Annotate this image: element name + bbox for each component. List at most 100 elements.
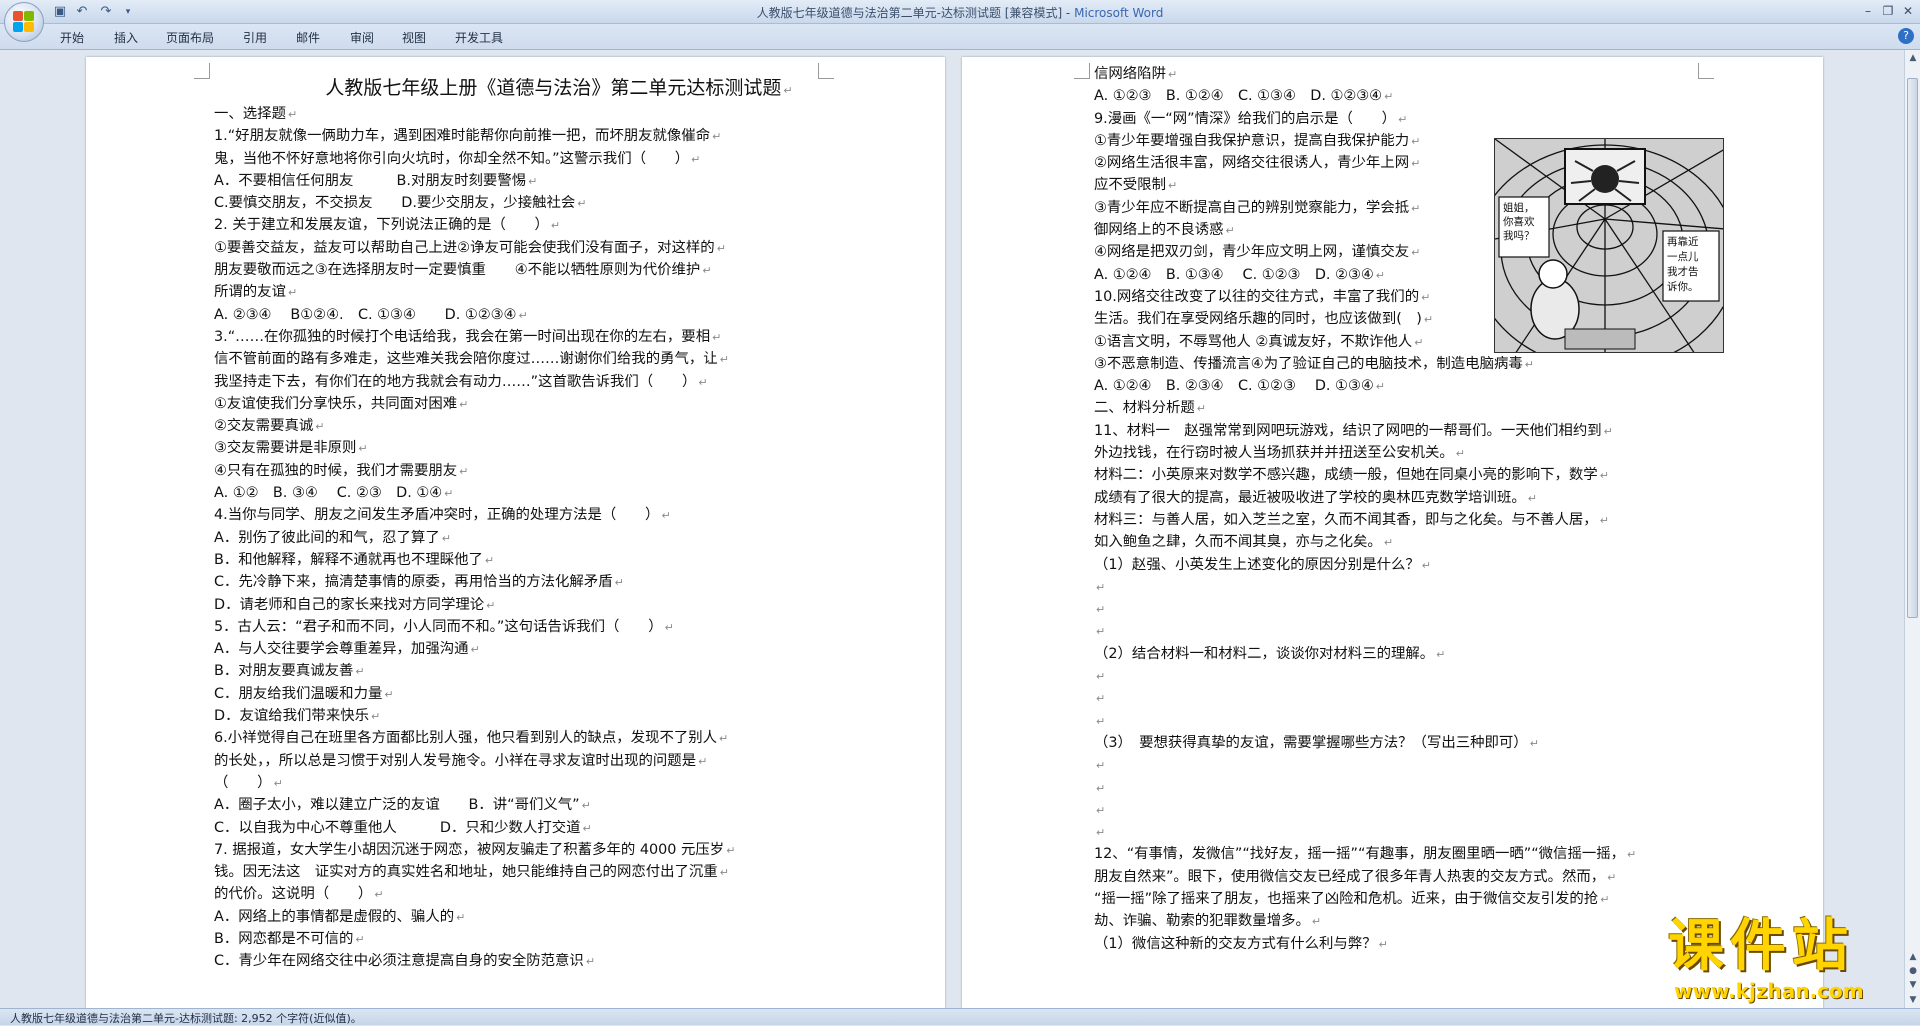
paragraph-mark-icon: ↵ <box>1603 424 1613 438</box>
line-text: 生活。我们在享受网络乐趣的同时，也应该做到( ) <box>1094 311 1422 328</box>
paragraph-mark-icon: ↵ <box>581 799 591 813</box>
line-text: 的长处，，所以总是习惯于对别人发号施令。小祥在寻求友谊时出现的问题是 <box>214 752 697 769</box>
tab-mailings[interactable]: 邮件 <box>296 29 320 46</box>
page-left[interactable]: 人教版七年级上册《道德与法治》第二单元达标测试题 ↵ 一、选择题 ↵ 1.“好朋友就像一… <box>86 57 945 1008</box>
paragraph-mark-icon: ↵ <box>1423 313 1434 327</box>
scroll-down-icon[interactable]: ▼ <box>1906 993 1920 1007</box>
paragraph-mark-icon: ↵ <box>1096 714 1106 728</box>
paragraph-mark-icon: ↵ <box>1455 447 1465 461</box>
line-text: A．不要相信任何朋友 B.对朋友时刻要警惕 <box>214 172 527 189</box>
maximize-icon[interactable]: ❐ <box>1878 2 1898 20</box>
paragraph-mark-icon: ↵ <box>1096 625 1106 639</box>
paragraph-mark-icon: ↵ <box>1383 536 1394 550</box>
line-text: ④只有在孤独的时候，我们才需要朋友 <box>214 462 458 479</box>
tab-page-layout[interactable]: 页面布局 <box>166 29 214 46</box>
speech-bubble-right-line: 诉你。 <box>1667 281 1699 293</box>
line-text: 11、材料一 赵强常常到网吧玩游戏，结识了网吧的一帮哥们。一天他们相约到 <box>1094 422 1602 439</box>
paragraph-mark-icon: ↵ <box>374 888 384 902</box>
paragraph-line: 1.“好朋友就像一俩助力车，遇到困难时能帮你向前推一把，而坏朋友就像催命 ↵ <box>214 125 904 147</box>
line-text: 信网络陷阱 <box>1094 66 1166 82</box>
paragraph-line: ④只有在孤独的时候，我们才需要朋友 ↵ <box>214 460 904 482</box>
help-icon[interactable]: ? <box>1898 28 1914 44</box>
paragraph-line: A. ①②④ B. ②③④ C. ①②③ D. ①③④ ↵ <box>1094 375 1794 397</box>
line-text: （3） 要想获得真挚的友谊，需要掌握哪些方法？（写出三种即可） <box>1094 734 1528 751</box>
title-bar: ▣ ↶ ↷ ▾ 人教版七年级道德与法治第二单元-达标测试题 [兼容模式] - M… <box>0 0 1920 24</box>
paragraph-line: 材料二：小英原来对数学不感兴趣，成绩一般，但她在同桌小亮的影响下，数学 ↵ <box>1094 464 1794 486</box>
paragraph-mark-icon: ↵ <box>1167 179 1178 193</box>
paragraph-mark-icon: ↵ <box>1096 670 1106 684</box>
paragraph-mark-icon: ↵ <box>1607 870 1617 884</box>
select-browse-object-icon[interactable]: ● <box>1906 964 1920 978</box>
paragraph-mark-icon: ↵ <box>1384 90 1394 104</box>
paragraph-line: 一、选择题 ↵ <box>214 103 904 125</box>
line-text: C．先冷静下来，搞清楚事情的原委，再用恰当的方法化解矛盾 <box>214 574 613 591</box>
paragraph-mark-icon: ↵ <box>1375 380 1385 394</box>
window-title: 人教版七年级道德与法治第二单元-达标测试题 [兼容模式] - Microsoft… <box>0 4 1920 21</box>
line-text: 的代价。这说明（ ） <box>214 886 373 903</box>
paragraph-mark-icon: ↵ <box>1378 937 1388 951</box>
tab-home[interactable]: 开始 <box>60 29 84 46</box>
next-page-icon[interactable]: ▼ <box>1906 978 1920 992</box>
paragraph-line: A. ①②③ B. ①②④ C. ①③④ D. ①②③④ ↵ <box>1094 85 1794 107</box>
paragraph-mark-icon: ↵ <box>1411 201 1421 215</box>
minimize-icon[interactable]: – <box>1858 2 1878 20</box>
paragraph-mark-icon: ↵ <box>1411 134 1421 148</box>
line-text: 应不受限制 <box>1094 177 1166 194</box>
previous-page-icon[interactable]: ▲ <box>1906 950 1920 964</box>
tab-references[interactable]: 引用 <box>243 29 267 46</box>
line-text: C．朋友给我们温暖和力量 <box>214 685 383 702</box>
paragraph-line: ↵ <box>1094 598 1794 620</box>
paragraph-line: 钱。因无法这 证实对方的真实姓名和地址，她只能维持自己的网恋付出了沉重 ↵ <box>214 861 904 883</box>
scroll-up-icon[interactable]: ▲ <box>1906 51 1920 65</box>
speech-bubble-left-line: 我吗？ <box>1503 230 1535 242</box>
line-text: 信不管前面的路有多难走，这些难关我会陪你度过……谢谢你们给我的勇气，让 <box>214 351 718 368</box>
line-text: 二、材料分析题 <box>1094 400 1195 417</box>
paragraph-mark-icon: ↵ <box>661 509 671 523</box>
watermark-url: www.kjzhan.com <box>1674 979 1864 1003</box>
line-text: 人教版七年级上册《道德与法治》第二单元达标测试题 <box>325 77 782 99</box>
paragraph-line: 的代价。这说明（ ） ↵ <box>214 883 904 905</box>
tab-insert[interactable]: 插入 <box>114 29 138 46</box>
paragraph-line: ①要善交益友，益友可以帮助自己上进②诤友可能会使我们没有面子，对这样的 ↵ <box>214 237 904 259</box>
paragraph-line: （3） 要想获得真挚的友谊，需要掌握哪些方法？（写出三种即可） ↵ <box>1094 732 1794 754</box>
line-text: ④网络是把双刃剑，青少年应文明上网，谨慎交友 <box>1094 244 1410 261</box>
line-text: 钱。因无法这 证实对方的真实姓名和地址，她只能维持自己的网恋付出了沉重 <box>214 864 718 881</box>
tab-view[interactable]: 视图 <box>402 29 426 46</box>
paragraph-mark-icon: ↵ <box>287 108 298 121</box>
paragraph-line: C．以自我为中心不尊重他人 D．只和少数人打交道 ↵ <box>214 817 904 839</box>
line-text: 5．古人云：“君子和而不同，小人同而不和。”这句话告诉我们（ ） <box>214 618 663 635</box>
paragraph-line: 6.小祥觉得自己在班里各方面都比别人强，他只看到别人的缺点，发现不了别人 ↵ <box>214 727 904 749</box>
paragraph-mark-icon: ↵ <box>355 932 365 946</box>
line-text: D．友谊给我们带来快乐 <box>214 708 369 725</box>
line-text: A. ①② B. ③④ C. ②③ D. ①④ <box>214 485 443 502</box>
vertical-scrollbar[interactable]: ▲ ▲ ● ▼ ▼ <box>1904 50 1920 1008</box>
tab-review[interactable]: 审阅 <box>350 29 374 46</box>
scrollbar-thumb[interactable] <box>1907 78 1918 618</box>
paragraph-line: 3.“……在你孤独的时候打个电话给我，我会在第一时间出现在你的左右，要相 ↵ <box>214 326 904 348</box>
margin-corner-mark <box>1074 63 1090 79</box>
line-text: A. ①②④ B. ②③④ C. ①②③ D. ①③④ <box>1094 378 1374 395</box>
paragraph-mark-icon: ↵ <box>1411 157 1421 171</box>
office-button[interactable] <box>4 2 44 42</box>
line-text: 6.小祥觉得自己在班里各方面都比别人强，他只看到别人的缺点，发现不了别人 <box>214 730 718 747</box>
paragraph-mark-icon: ↵ <box>726 843 736 857</box>
paragraph-mark-icon: ↵ <box>486 598 496 612</box>
paragraph-line: ↵ <box>1094 710 1794 732</box>
paragraph-mark-icon: ↵ <box>1375 268 1385 282</box>
close-icon[interactable]: ✕ <box>1898 2 1918 20</box>
line-text: 如入鲍鱼之肆，久而不闻其臭，亦与之化矣。 <box>1094 534 1382 551</box>
paragraph-line: （ ） ↵ <box>214 772 904 794</box>
paragraph-line: “摇一摇”除了摇来了朋友，也摇来了凶险和危机。近来，由于微信交友引发的抢 ↵ <box>1094 888 1794 910</box>
line-text: B．和他解释，解释不通就再也不理睬他了 <box>214 551 483 568</box>
line-text: ③不恶意制造、传播流言④为了验证自己的电脑技术，制造电脑病毒 <box>1094 355 1523 372</box>
paragraph-mark-icon: ↵ <box>315 420 325 434</box>
line-text: A. ②③④ B①②④. C. ①③④ D. ①②③④ <box>214 306 517 323</box>
paragraph-line: 如入鲍鱼之肆，久而不闻其臭，亦与之化矣。 ↵ <box>1094 531 1794 553</box>
paragraph-line: 材料三：与善人居，如入芝兰之室，久而不闻其香，即与之化矣。与不善人居， ↵ <box>1094 509 1794 531</box>
paragraph-line: ①友谊使我们分享快乐，共同面对困难 ↵ <box>214 393 904 415</box>
paragraph-mark-icon: ↵ <box>384 687 394 701</box>
tab-developer[interactable]: 开发工具 <box>455 29 503 46</box>
left-page-text: 人教版七年级上册《道德与法治》第二单元达标测试题 ↵ 一、选择题 ↵ 1.“好朋友就像一… <box>214 73 904 973</box>
paragraph-mark-icon: ↵ <box>459 397 469 411</box>
paragraph-line: B．和他解释，解释不通就再也不理睬他了 ↵ <box>214 549 904 571</box>
